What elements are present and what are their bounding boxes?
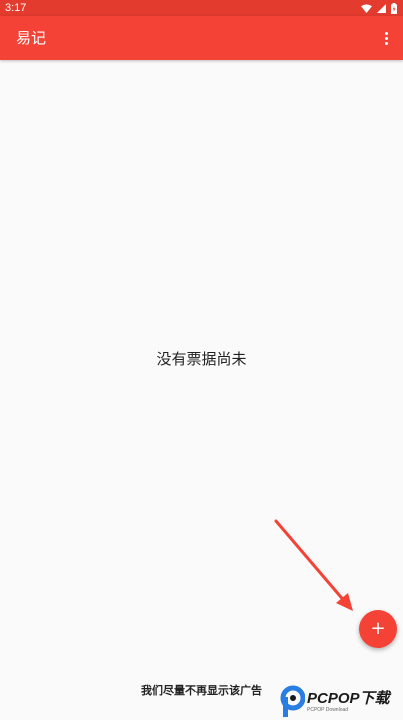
battery-icon [391,2,397,14]
plus-icon: + [370,618,386,639]
app-title: 易记 [16,29,47,47]
wifi-icon [361,3,372,13]
pcpop-logo-icon [280,685,305,717]
add-button[interactable]: + [359,610,397,648]
menu-dot [384,31,388,35]
watermark: PCPOP下载 PCPOP Download [279,684,403,720]
empty-state-message: 没有票据尚未 [156,350,247,368]
more-vert-icon[interactable] [379,27,393,49]
annotation-arrow-icon [274,519,353,611]
watermark-brand: PCPOP下载 [307,690,390,707]
menu-dot [384,41,388,45]
status-bar: 3:17 [0,0,403,16]
menu-dot [384,36,388,40]
status-icons [361,2,397,14]
signal-icon [377,3,386,13]
app-bar: 易记 [0,16,403,60]
watermark-subtitle: PCPOP Download [307,707,349,713]
status-time: 3:17 [5,2,27,14]
